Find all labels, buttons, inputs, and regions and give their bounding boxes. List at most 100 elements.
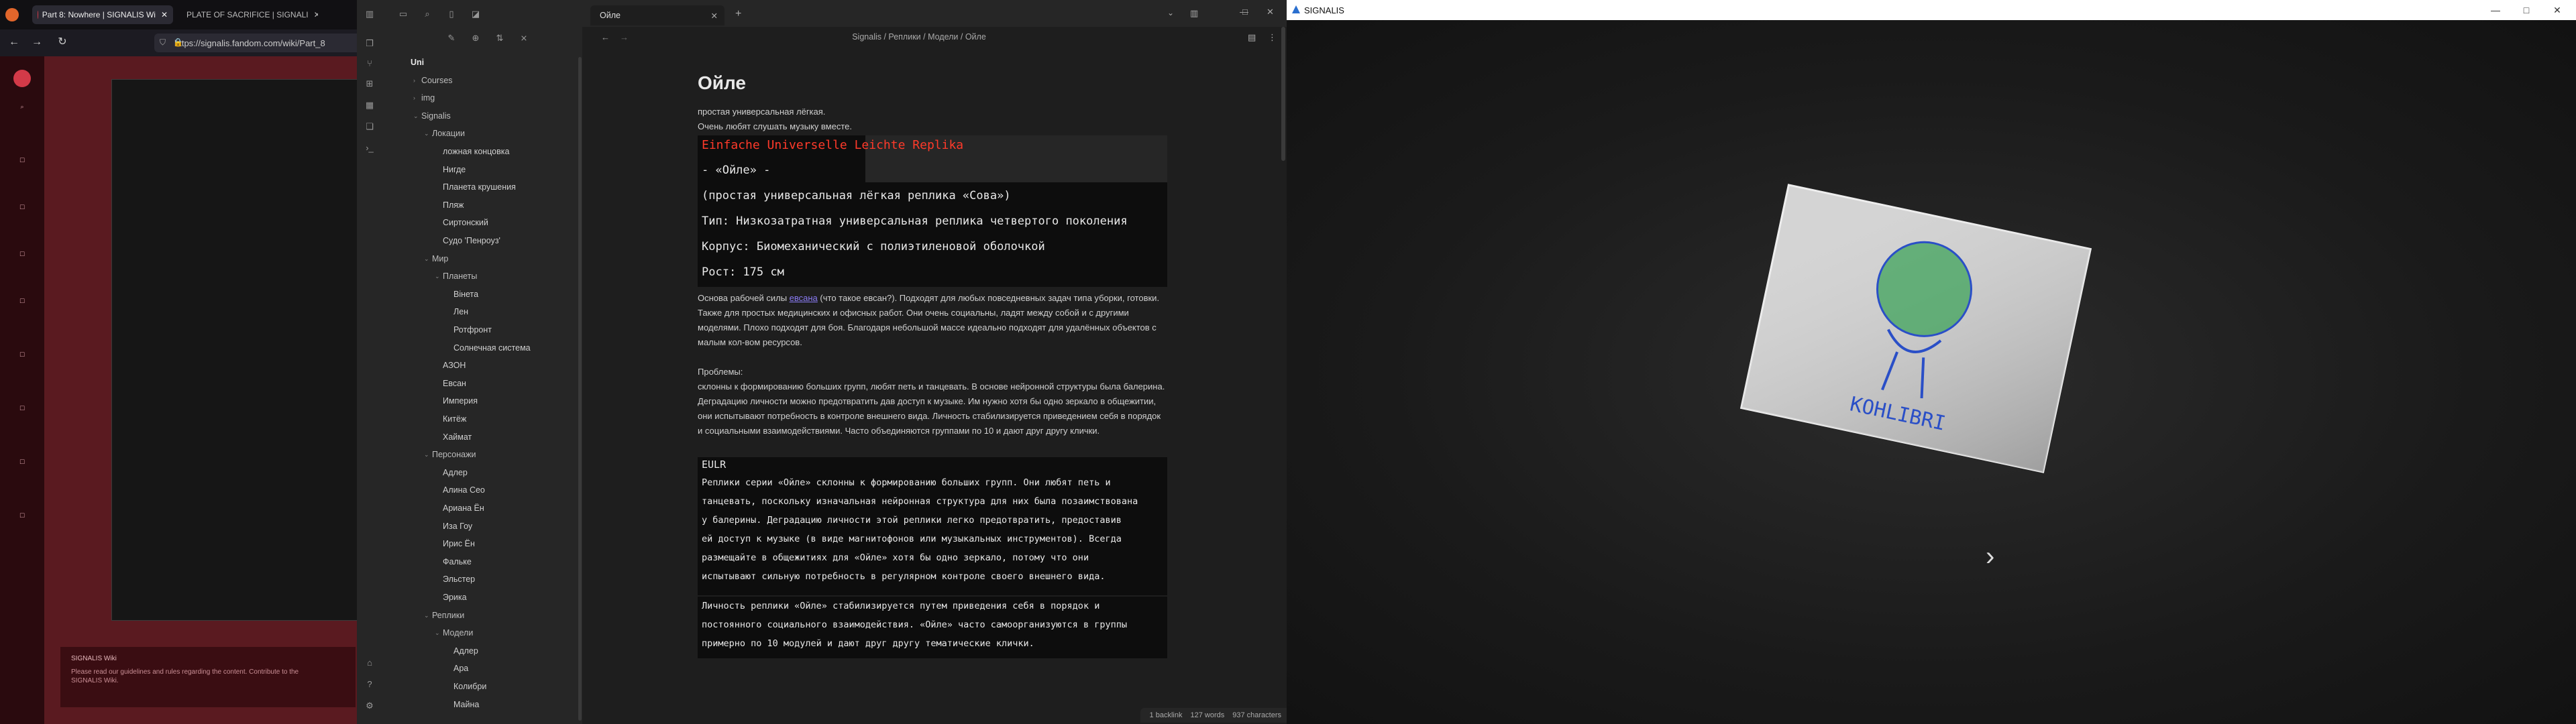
tree-folder-item[interactable]: Courses — [421, 76, 453, 85]
folder-icon[interactable]: ▭ — [397, 8, 409, 20]
sidebar-item[interactable]: ☐ — [0, 157, 44, 164]
tree-file-item[interactable]: Вінета — [453, 290, 478, 299]
tree-file-item[interactable]: Империя — [443, 396, 478, 406]
tree-folder-item[interactable]: img — [421, 93, 435, 103]
tree-file-item[interactable]: Колибри — [453, 682, 486, 691]
chevron-down-icon[interactable]: ⌄ — [424, 450, 429, 459]
new-folder-icon[interactable]: ⊕ — [470, 32, 482, 44]
graph-icon[interactable]: ⑂ — [364, 58, 376, 70]
tree-file-item[interactable]: Майна — [453, 700, 479, 709]
breadcrumb[interactable]: Signalis / Реплики / Модели / Ойле — [805, 32, 1033, 42]
chevron-down-icon[interactable]: ⌄ — [1167, 8, 1174, 17]
browser-tab-active[interactable]: Part 8: Nowhere | SIGNALIS Wi ✕ — [32, 5, 173, 24]
chevron-down-icon[interactable]: ⌄ — [435, 272, 440, 281]
tree-file-item[interactable]: Фальке — [443, 557, 472, 566]
maximize-icon[interactable]: □ — [1242, 7, 1248, 17]
sidebar-toggle-icon[interactable]: ▥ — [364, 8, 376, 20]
reading-view-icon[interactable]: ▤ — [1248, 32, 1256, 43]
tree-file-item[interactable]: Евсан — [443, 379, 466, 388]
tree-file-item[interactable]: Судо 'Пенроуз' — [443, 236, 500, 245]
sidebar-item[interactable]: ☐ — [0, 459, 44, 466]
sidebar-item[interactable]: ☐ — [0, 351, 44, 359]
fandom-video-frame[interactable] — [111, 79, 362, 621]
sidebar-item[interactable]: ☐ — [0, 251, 44, 258]
chevron-down-icon[interactable]: ⌄ — [413, 111, 419, 121]
tab-note[interactable]: Ойле ✕ — [590, 5, 724, 25]
tree-file-item[interactable]: Иза Гоу — [443, 522, 472, 531]
sidebar-item[interactable]: ☐ — [0, 204, 44, 211]
forward-icon[interactable]: → — [30, 35, 44, 50]
tree-file-item[interactable]: Ара — [453, 664, 468, 673]
sidebar-item[interactable]: ☐ — [0, 512, 44, 520]
sidebar-item[interactable]: ☐ — [0, 405, 44, 412]
chevron-down-icon[interactable]: ⌄ — [435, 628, 440, 638]
back-icon[interactable]: ← — [601, 32, 610, 42]
internal-link[interactable]: евсана — [790, 293, 818, 303]
close-icon[interactable]: ✕ — [711, 11, 718, 21]
vault-name[interactable]: Uni — [411, 58, 424, 67]
url-bar[interactable]: https://signalis.fandom.com/wiki/Part_8 — [154, 34, 362, 52]
sidebar-item[interactable]: ☐ — [0, 298, 44, 305]
tree-file-item[interactable]: Эрика — [443, 593, 467, 602]
calendar-icon[interactable]: ▦ — [364, 99, 376, 111]
tree-folder-item[interactable]: Локации — [432, 129, 465, 138]
tree-file-item[interactable]: Алина Сео — [443, 485, 485, 495]
chevron-right-icon[interactable]: › — [413, 76, 415, 85]
sort-icon[interactable]: ⇅ — [494, 32, 506, 44]
tree-file-item[interactable]: АЗОН — [443, 361, 466, 370]
settings-icon[interactable]: ⚙ — [364, 700, 376, 712]
tree-folder-item[interactable]: Персонажи — [432, 450, 476, 459]
fandom-logo-icon[interactable] — [13, 70, 31, 87]
tree-file-item[interactable]: Планета крушения — [443, 182, 516, 192]
vault-icon[interactable]: ⌂ — [364, 657, 376, 669]
editor-scrollbar[interactable] — [1281, 27, 1285, 161]
tree-file-item[interactable]: Лен — [453, 307, 468, 316]
firefox-icon[interactable] — [5, 8, 19, 21]
chevron-down-icon[interactable]: ⌄ — [424, 611, 429, 620]
close-icon[interactable]: ✕ — [314, 10, 318, 19]
tree-folder-item[interactable]: Модели — [443, 628, 473, 638]
minimize-icon[interactable]: — — [2482, 3, 2509, 17]
tree-folder-item[interactable]: Мир — [432, 254, 448, 263]
tree-file-item[interactable]: Солнечная система — [453, 343, 531, 353]
back-icon[interactable]: ← — [7, 35, 21, 50]
bookmark-icon[interactable]: ▯ — [445, 8, 458, 20]
search-icon[interactable]: ⌕ — [421, 8, 433, 20]
tree-file-item[interactable]: ложная концовка — [443, 147, 509, 156]
close-icon[interactable]: ✕ — [161, 10, 168, 19]
tree-folder-item[interactable]: Signalis — [421, 111, 451, 121]
maximize-icon[interactable]: □ — [2513, 3, 2540, 17]
tree-file-item[interactable]: Сиртонский — [443, 218, 488, 227]
chevron-right-icon[interactable]: › — [413, 93, 415, 103]
tree-file-item[interactable]: Китёж — [443, 414, 466, 424]
backlinks-count[interactable]: 1 backlink — [1150, 711, 1183, 719]
new-tab-icon[interactable]: + — [735, 8, 741, 20]
files-icon[interactable]: ❒ — [364, 38, 376, 50]
tree-file-item[interactable]: Адлер — [453, 646, 478, 656]
game-viewport[interactable]: KOHLIBRI — [1287, 20, 2576, 724]
tree-file-item[interactable]: Хаймат — [443, 432, 472, 442]
chevron-down-icon[interactable]: ⌄ — [424, 129, 429, 138]
tree-file-item[interactable]: Пляж — [443, 200, 464, 210]
tree-folder-item[interactable]: Реплики — [432, 611, 464, 620]
sidebar-right-icon[interactable]: ▥ — [1190, 8, 1198, 19]
tree-folder-item[interactable]: Планеты — [443, 272, 477, 281]
forward-icon[interactable]: → — [620, 32, 629, 42]
explorer-scrollbar[interactable] — [578, 57, 582, 721]
tree-file-item[interactable]: Нигде — [443, 165, 466, 174]
templates-icon[interactable]: ❏ — [364, 121, 376, 133]
new-note-icon[interactable]: ✎ — [445, 32, 458, 44]
help-icon[interactable]: ? — [364, 678, 376, 690]
bookmark-icon[interactable]: ◪ — [470, 8, 482, 20]
chevron-down-icon[interactable]: ⌄ — [424, 254, 429, 263]
canvas-icon[interactable]: ⊞ — [364, 78, 376, 90]
browser-tab[interactable]: PLATE OF SACRIFICE | SIGNALI ✕ — [177, 5, 318, 24]
reload-icon[interactable]: ↻ — [55, 35, 70, 50]
tree-file-item[interactable]: Ирис Ён — [443, 539, 475, 548]
tree-file-item[interactable]: Ротфронт — [453, 325, 492, 335]
close-icon[interactable]: ✕ — [2544, 3, 2571, 17]
terminal-icon[interactable]: ›_ — [364, 142, 376, 154]
chevron-right-icon[interactable]: › — [1986, 542, 1994, 572]
shield-icon[interactable]: ⛉ — [160, 38, 166, 48]
close-icon[interactable]: ✕ — [1267, 7, 1274, 17]
